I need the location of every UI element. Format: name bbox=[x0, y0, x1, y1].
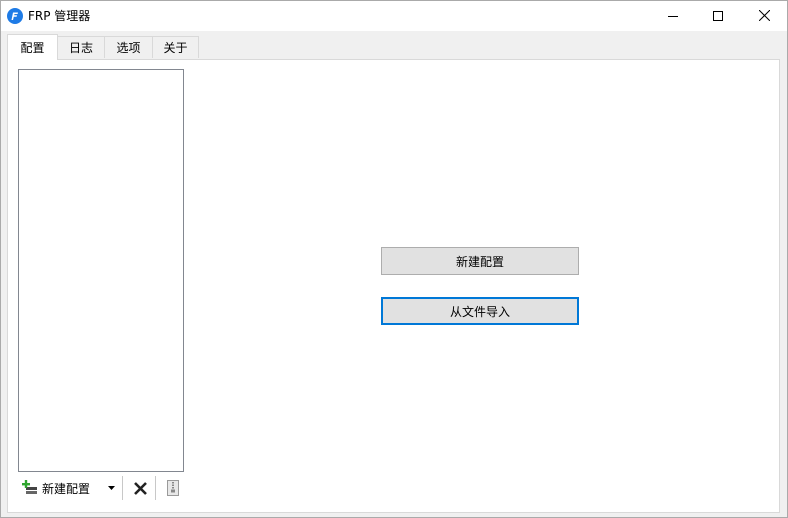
minimize-button[interactable] bbox=[650, 1, 696, 30]
toolbar-delete-button[interactable] bbox=[130, 476, 150, 500]
new-config-button[interactable]: 新建配置 bbox=[381, 247, 579, 275]
new-config-button-label: 新建配置 bbox=[455, 254, 504, 269]
window-title: FRP 管理器 bbox=[28, 9, 91, 23]
minimize-icon bbox=[668, 15, 678, 17]
tab-label: 关于 bbox=[163, 41, 188, 55]
tab-options[interactable]: 选项 bbox=[104, 36, 153, 58]
app-icon bbox=[7, 8, 23, 24]
tab-label: 日志 bbox=[68, 41, 93, 55]
toolbar-separator bbox=[122, 476, 123, 500]
tab-label: 选项 bbox=[116, 41, 141, 55]
tab-config[interactable]: 配置 bbox=[7, 34, 58, 60]
toolbar-new-config-button[interactable]: 新建配置 bbox=[22, 476, 90, 500]
tab-label: 配置 bbox=[20, 41, 45, 55]
maximize-button[interactable] bbox=[695, 1, 741, 30]
toolbar-archive-button[interactable] bbox=[163, 476, 183, 500]
delete-icon bbox=[133, 481, 147, 495]
tab-log[interactable]: 日志 bbox=[57, 36, 105, 58]
dropdown-arrow-icon bbox=[107, 486, 115, 490]
import-from-file-button[interactable]: 从文件导入 bbox=[381, 297, 579, 325]
tab-about[interactable]: 关于 bbox=[152, 36, 199, 58]
toolbar-dropdown-button[interactable] bbox=[104, 476, 118, 500]
close-icon bbox=[758, 10, 770, 21]
toolbar-separator bbox=[155, 476, 156, 500]
add-config-icon bbox=[22, 480, 37, 494]
close-button[interactable] bbox=[741, 1, 787, 30]
config-list[interactable] bbox=[18, 69, 184, 472]
archive-icon bbox=[167, 480, 179, 496]
toolbar-new-config-label: 新建配置 bbox=[42, 481, 91, 496]
maximize-icon bbox=[713, 10, 723, 21]
title-bar[interactable]: FRP 管理器 bbox=[1, 1, 787, 31]
main-window: FRP 管理器 配置 日志 选项 关于 新建配置 新建配置 从文件导入 bbox=[0, 0, 788, 518]
import-button-label: 从文件导入 bbox=[449, 304, 510, 319]
